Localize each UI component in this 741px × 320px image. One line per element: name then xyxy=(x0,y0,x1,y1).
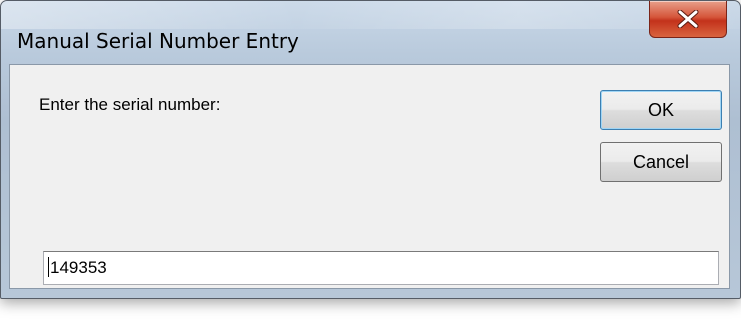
text-caret xyxy=(48,257,49,277)
window-title: Manual Serial Number Entry xyxy=(17,29,299,53)
dialog-body: Enter the serial number: OK Cancel 14935… xyxy=(9,64,730,289)
close-button[interactable] xyxy=(649,1,727,38)
serial-number-input[interactable]: 149353 xyxy=(43,251,719,285)
serial-prompt-label: Enter the serial number: xyxy=(39,95,221,114)
close-icon xyxy=(677,10,699,28)
dialog-window: Manual Serial Number Entry Enter the ser… xyxy=(0,0,741,299)
cancel-button[interactable]: Cancel xyxy=(600,142,722,182)
serial-number-value: 149353 xyxy=(50,258,107,277)
ok-button[interactable]: OK xyxy=(600,90,722,130)
title-bar[interactable]: Manual Serial Number Entry xyxy=(1,1,740,64)
